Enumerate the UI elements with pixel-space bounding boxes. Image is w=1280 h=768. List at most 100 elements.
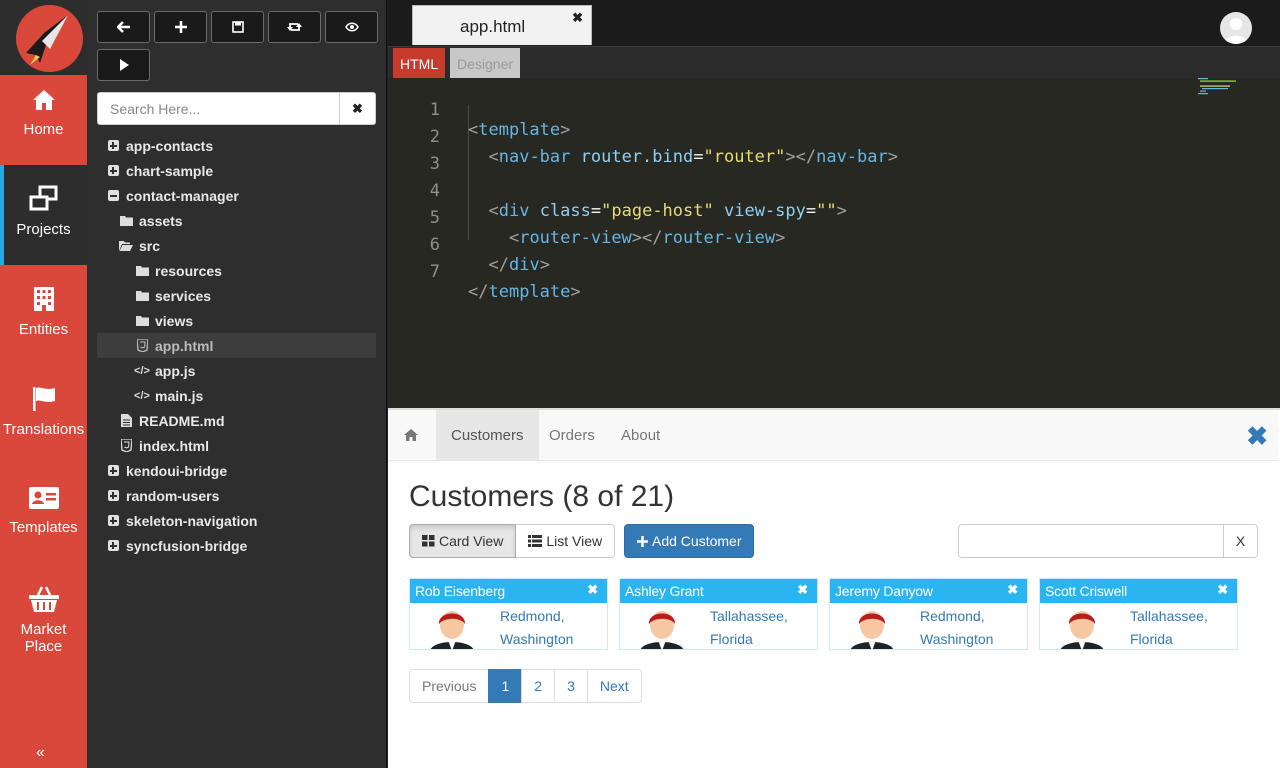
tree-item-label: contact-manager [126,187,239,204]
customer-name: Rob Eisenberg [415,583,506,599]
rail-item-projects[interactable]: Projects [0,165,87,265]
pagination-previous[interactable]: Previous [409,669,490,703]
refresh-button[interactable] [268,11,321,43]
tree-item-skeleton-navigation[interactable]: skeleton-navigation [97,508,376,533]
rail-item-label: Market Place [20,621,67,655]
tree-item-services[interactable]: services [97,283,376,308]
tree-item-views[interactable]: views [97,308,376,333]
customer-card[interactable]: Ashley Grant ✖ Tallahassee, Florida [619,578,818,650]
save-button[interactable] [211,11,264,43]
tree-item-readme[interactable]: README.md [97,408,376,433]
remove-customer-icon[interactable]: ✖ [1217,582,1228,598]
code-line: 4 <div class="page-host" view-spy=""> [388,161,1188,221]
code-icon: </> [134,364,150,377]
tree-item-resources[interactable]: resources [97,258,376,283]
preview-nav-customers[interactable]: Customers [436,410,539,460]
tree-item-main-js[interactable]: </> main.js [97,383,376,408]
tree-item-app-contacts[interactable]: app-contacts [97,133,376,158]
floppy-disk-icon [231,21,244,33]
search-clear-button[interactable]: ✖ [339,93,375,124]
customer-avatar [1061,611,1103,649]
code-icon: </> [134,389,150,402]
expand-plus-icon [107,515,119,526]
collapse-rail-icon[interactable]: « [36,744,45,762]
customer-state: Florida [710,631,753,647]
card-view-label: Card View [439,533,504,549]
filter-clear-button[interactable]: X [1223,525,1257,557]
retweet-icon [287,23,302,31]
customer-city: Redmond, [500,608,565,624]
customer-cards: Rob Eisenberg ✖ Redmond, Washington Ashley… [409,578,1259,650]
card-view-button[interactable]: Card View [409,524,517,558]
tree-item-app-js[interactable]: </> app.js [97,358,376,383]
preview-nav-about[interactable]: About [606,410,675,460]
tree-item-assets[interactable]: assets [97,208,376,233]
pagination-page-3[interactable]: 3 [554,669,588,703]
customer-card[interactable]: Jeremy Danyow ✖ Redmond, Washington [829,578,1028,650]
list-icon [528,535,543,547]
customer-avatar [851,611,893,649]
tree-item-chart-sample[interactable]: chart-sample [97,158,376,183]
customer-card[interactable]: Scott Criswell ✖ Tallahassee, Florida [1039,578,1238,650]
rail-item-market-place[interactable]: Market Place [0,565,87,665]
line-number: 7 [429,262,440,282]
code-editor[interactable]: 1 <template> 2 <nav-bar router.bind="rou… [388,78,1280,408]
rail-item-label: Translations [2,421,85,438]
customer-state: Washington [920,631,994,647]
pagination-page-1[interactable]: 1 [488,669,523,703]
add-button[interactable] [154,11,207,43]
main-nav-rail: Home Projects Entities Translations Temp… [0,0,87,768]
text-file-icon [120,414,132,427]
rail-item-label: Projects [16,221,71,238]
file-tab-label: app.html [460,17,526,36]
run-button[interactable] [97,49,150,81]
tree-item-label: README.md [139,412,225,429]
user-avatar[interactable] [1220,12,1252,44]
remove-customer-icon[interactable]: ✖ [797,582,808,598]
close-tab-icon[interactable]: ✖ [572,10,583,26]
add-customer-label: Add Customer [652,533,742,549]
folder-icon [119,216,133,226]
collapse-minus-icon [107,190,119,201]
eye-icon [344,22,359,32]
rail-item-templates[interactable]: Templates [0,465,87,565]
customer-state: Washington [500,631,574,647]
rail-item-home[interactable]: Home [0,75,87,175]
customer-filter-input[interactable] [959,525,1224,557]
close-icon: ✖ [352,100,363,116]
tree-item-random-users[interactable]: random-users [97,483,376,508]
pagination-next[interactable]: Next [586,669,642,703]
preview-home-link[interactable] [388,410,434,460]
flag-icon [32,387,55,411]
close-preview-icon[interactable]: ✖ [1246,421,1268,452]
code-minimap[interactable] [1196,78,1274,98]
list-view-button[interactable]: List View [516,524,616,558]
app-logo[interactable] [0,0,87,75]
remove-customer-icon[interactable]: ✖ [1007,582,1018,598]
explorer-search-input[interactable] [98,93,340,124]
preview-nav-orders[interactable]: Orders [534,410,610,460]
rail-item-label: Home [23,121,64,138]
rail-item-translations[interactable]: Translations [0,365,87,465]
file-tab-app-html[interactable]: app.html ✖ [412,5,592,45]
tree-item-contact-manager[interactable]: contact-manager [97,183,376,208]
tree-item-index-html[interactable]: index.html [97,433,376,458]
preview-button[interactable] [325,11,378,43]
html5-icon [120,439,132,452]
tree-item-label: services [155,287,212,304]
rail-item-entities[interactable]: Entities [0,265,87,365]
tree-item-kendoui-bridge[interactable]: kendoui-bridge [97,458,376,483]
tab-html[interactable]: HTML [393,48,446,79]
tree-item-src[interactable]: src [97,233,376,258]
customer-card[interactable]: Rob Eisenberg ✖ Redmond, Washington [409,578,608,650]
tree-item-syncfusion-bridge[interactable]: syncfusion-bridge [97,533,376,558]
tab-designer[interactable]: Designer [450,48,521,79]
add-customer-button[interactable]: Add Customer [624,524,755,558]
rail-item-label: Templates [9,519,78,536]
rocket-logo-icon [16,5,83,72]
tree-item-app-html[interactable]: app.html [97,333,376,358]
pagination-page-2[interactable]: 2 [521,669,556,703]
back-button[interactable] [97,11,150,43]
grid-icon [422,535,435,547]
remove-customer-icon[interactable]: ✖ [587,582,598,598]
